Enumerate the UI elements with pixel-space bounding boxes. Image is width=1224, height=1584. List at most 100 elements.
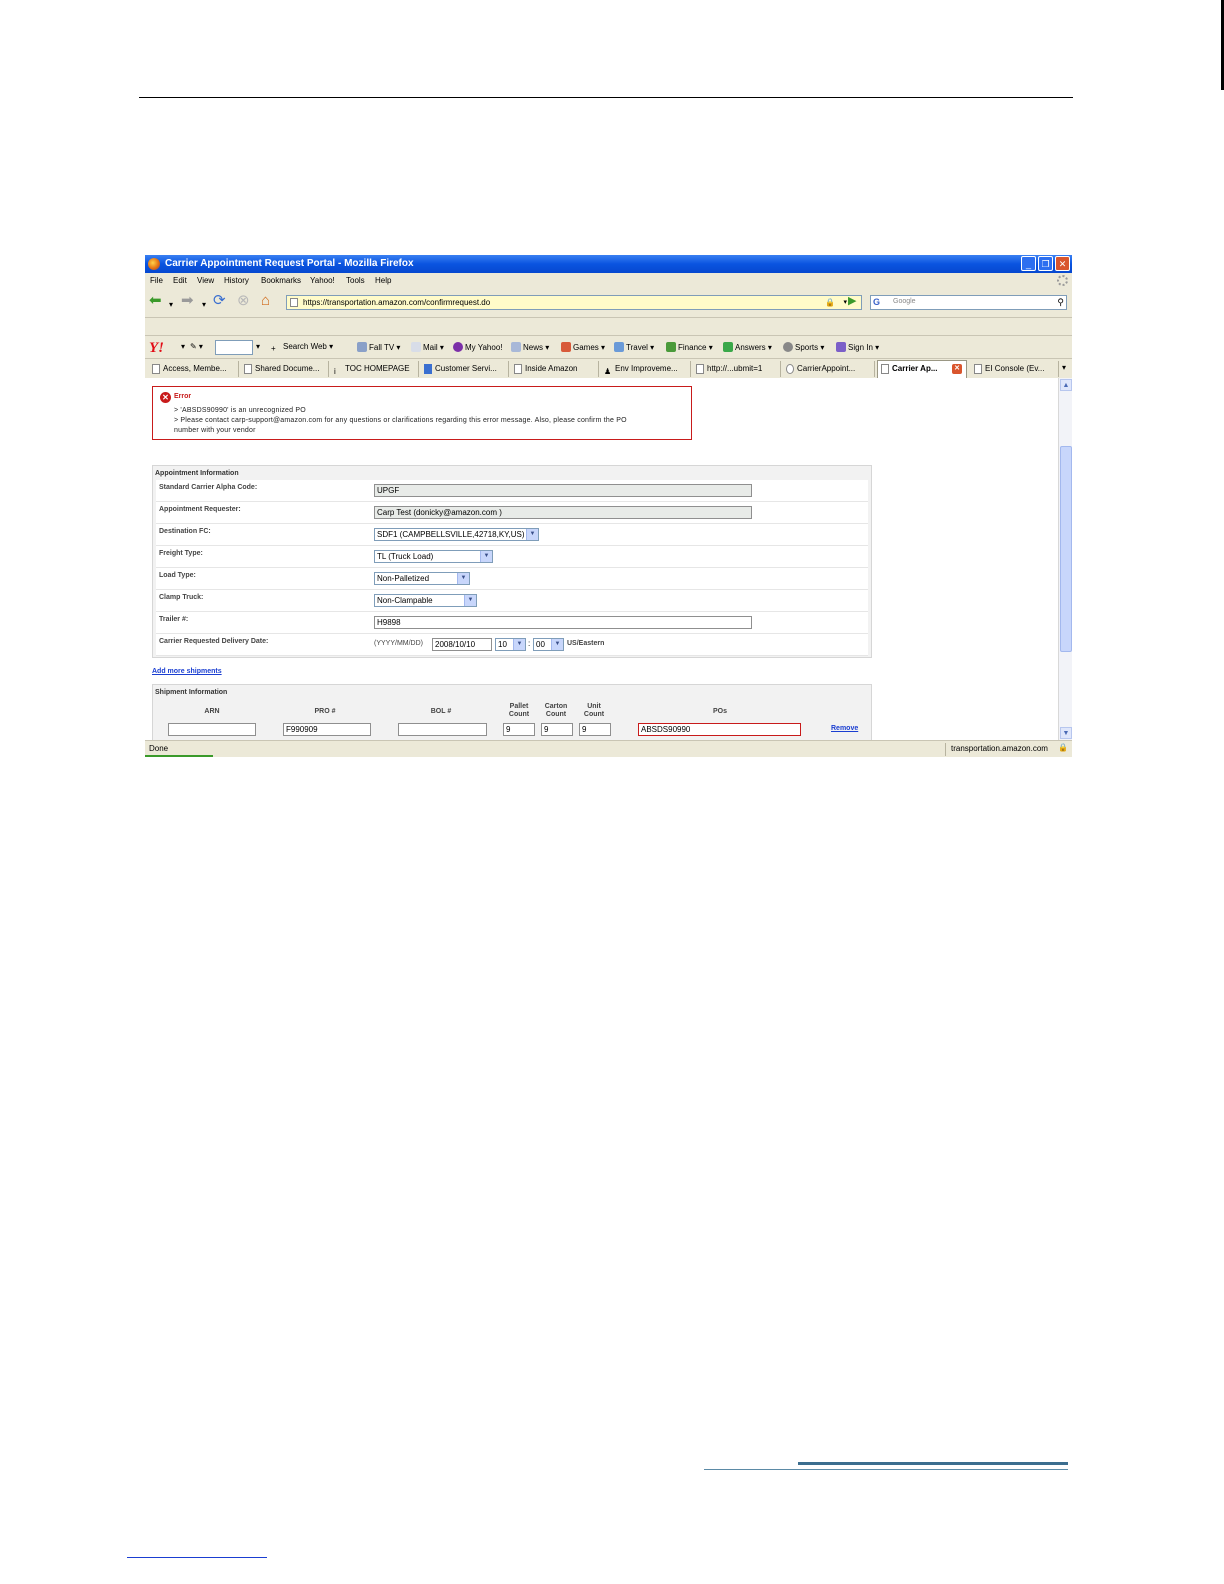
url-dropdown-icon[interactable]: ▾ xyxy=(843,298,847,306)
close-tab-icon[interactable]: ✕ xyxy=(952,364,962,374)
load-type-value: Non-Palletized xyxy=(377,574,430,583)
title-bar: Carrier Appointment Request Portal - Moz… xyxy=(145,255,1072,273)
tab-shared-documents[interactable]: Shared Docume... xyxy=(241,361,329,377)
appointment-heading: Appointment Information xyxy=(155,470,239,477)
freight-type-label: Freight Type: xyxy=(159,550,203,557)
tab-list-dropdown-icon[interactable]: ▾ xyxy=(1062,363,1066,372)
tab-inside-amazon[interactable]: Inside Amazon xyxy=(511,361,599,377)
yahoo-sports-label: Sports xyxy=(795,343,819,352)
delivery-date-input[interactable]: 2008/10/10 xyxy=(432,638,492,651)
carton-count-input[interactable]: 9 xyxy=(541,723,573,736)
home-icon[interactable]: ⌂ xyxy=(261,293,270,309)
stop-icon[interactable]: ⊗ xyxy=(237,293,250,309)
games-icon xyxy=(561,342,571,352)
row-scac: Standard Carrier Alpha Code: UPGF xyxy=(156,480,868,502)
tab-carrier-ap-active[interactable]: Carrier Ap... ✕ xyxy=(877,360,967,378)
trailer-input[interactable]: H9898 xyxy=(374,616,752,629)
reload-icon[interactable]: ⟳ xyxy=(213,293,226,309)
yahoo-search-web[interactable]: + Search Web ▾ xyxy=(271,342,333,354)
yahoo-mail[interactable]: Mail ▾ xyxy=(411,342,444,352)
minimize-button[interactable]: _ xyxy=(1021,256,1036,271)
yahoo-search-input[interactable] xyxy=(215,340,253,355)
menu-view[interactable]: View xyxy=(197,276,214,285)
yahoo-fall-tv[interactable]: Fall TV ▾ xyxy=(357,342,400,352)
search-box[interactable]: G Google ⚲ xyxy=(870,295,1067,310)
add-more-shipments-link[interactable]: Add more shipments xyxy=(152,668,222,675)
yahoo-travel[interactable]: Travel ▾ xyxy=(614,342,654,352)
yahoo-logo[interactable]: Y! xyxy=(149,340,164,357)
bol-input[interactable] xyxy=(398,723,487,736)
error-line-1: > 'ABSDS90990' is an unrecognized PO xyxy=(174,407,306,414)
tab-customer-service[interactable]: Customer Servi... xyxy=(421,361,509,377)
scac-field[interactable]: UPGF xyxy=(374,484,752,497)
info-icon: i xyxy=(334,367,336,376)
remove-shipment-link[interactable]: Remove xyxy=(831,725,858,732)
restore-button[interactable]: ❐ xyxy=(1038,256,1053,271)
pencil-icon[interactable]: ✎ ▾ xyxy=(190,342,203,351)
google-icon: G xyxy=(873,297,881,307)
chevron-down-icon: ▼ xyxy=(464,595,476,606)
scroll-down-icon[interactable]: ▼ xyxy=(1060,727,1072,739)
tab-access-members[interactable]: Access, Membe... xyxy=(149,361,239,377)
yahoo-answers[interactable]: Answers ▾ xyxy=(723,342,772,352)
yahoo-finance[interactable]: Finance ▾ xyxy=(666,342,713,352)
menu-bookmarks[interactable]: Bookmarks xyxy=(261,276,301,285)
freight-type-select[interactable]: TL (Truck Load) ▼ xyxy=(374,550,493,563)
arn-input[interactable] xyxy=(168,723,256,736)
tab-toc-homepage[interactable]: i TOC HOMEPAGE xyxy=(331,361,419,377)
yahoo-sign-in-label: Sign In xyxy=(848,343,873,352)
close-window-button[interactable]: ✕ xyxy=(1055,256,1070,271)
search-magnifier-icon[interactable]: ⚲ xyxy=(1057,297,1064,308)
back-dropdown-icon[interactable]: ▾ xyxy=(169,297,173,313)
pallet-count-input[interactable]: 9 xyxy=(503,723,535,736)
back-arrow-icon[interactable]: ⬅ xyxy=(149,293,162,309)
star-icon xyxy=(424,364,432,374)
yahoo-news[interactable]: News ▾ xyxy=(511,342,549,352)
tab-ei-console[interactable]: EI Console (Ev... xyxy=(971,361,1059,377)
go-arrow-icon[interactable]: ▶ xyxy=(848,294,856,307)
forward-arrow-icon[interactable]: ➡ xyxy=(181,293,194,309)
minute-select[interactable]: 00 ▼ xyxy=(533,638,564,651)
clamp-truck-label: Clamp Truck: xyxy=(159,594,204,601)
tab-env-improvement[interactable]: ♟ Env Improveme... xyxy=(601,361,691,377)
pro-input[interactable]: F990909 xyxy=(283,723,371,736)
tab-carrier-appoint[interactable]: CarrierAppoint... xyxy=(783,361,875,377)
load-type-select[interactable]: Non-Palletized ▼ xyxy=(374,572,470,585)
finance-icon xyxy=(666,342,676,352)
yahoo-dropdown-icon[interactable]: ▾ xyxy=(181,342,185,351)
menu-help[interactable]: Help xyxy=(375,276,391,285)
bookmarks-toolbar xyxy=(145,317,1072,335)
chevron-down-icon: ▼ xyxy=(551,639,563,650)
clamp-truck-select[interactable]: Non-Clampable ▼ xyxy=(374,594,477,607)
yahoo-my-yahoo[interactable]: My Yahoo! xyxy=(453,342,503,352)
date-format-hint: (YYYY/MM/DD) xyxy=(374,640,423,647)
scroll-up-icon[interactable]: ▲ xyxy=(1060,379,1072,391)
row-load-type: Load Type: Non-Palletized ▼ xyxy=(156,568,868,590)
search-placeholder: Google xyxy=(893,298,916,305)
yahoo-news-label: News xyxy=(523,343,544,352)
forward-dropdown-icon[interactable]: ▾ xyxy=(202,297,206,313)
vertical-scrollbar[interactable]: ▲ ▼ xyxy=(1058,378,1072,740)
progress-bar xyxy=(145,755,213,757)
pos-input[interactable]: ABSDS90990 xyxy=(638,723,801,736)
tab-label: http://...ubmit=1 xyxy=(707,364,763,373)
address-bar[interactable]: https://transportation.amazon.com/confir… xyxy=(286,295,862,310)
yahoo-sports[interactable]: Sports ▾ xyxy=(783,342,824,352)
menu-edit[interactable]: Edit xyxy=(173,276,187,285)
requester-field[interactable]: Carp Test (donicky@amazon.com ) xyxy=(374,506,752,519)
menu-yahoo[interactable]: Yahoo! xyxy=(310,276,335,285)
yahoo-sign-in[interactable]: Sign In ▾ xyxy=(836,342,879,352)
yahoo-search-dropdown-icon[interactable]: ▾ xyxy=(256,342,260,351)
menu-history[interactable]: History xyxy=(224,276,249,285)
menu-tools[interactable]: Tools xyxy=(346,276,365,285)
yahoo-games[interactable]: Games ▾ xyxy=(561,342,605,352)
answers-icon xyxy=(723,342,733,352)
window-title: Carrier Appointment Request Portal - Moz… xyxy=(165,258,414,269)
menu-file[interactable]: File xyxy=(150,276,163,285)
row-requester: Appointment Requester: Carp Test (donick… xyxy=(156,502,868,524)
hour-select[interactable]: 10 ▼ xyxy=(495,638,526,651)
unit-count-input[interactable]: 9 xyxy=(579,723,611,736)
scroll-thumb[interactable] xyxy=(1060,446,1072,652)
tab-http-submit[interactable]: http://...ubmit=1 xyxy=(693,361,781,377)
destination-select[interactable]: SDF1 (CAMPBELLSVILLE,42718,KY,US) ▼ xyxy=(374,528,539,541)
